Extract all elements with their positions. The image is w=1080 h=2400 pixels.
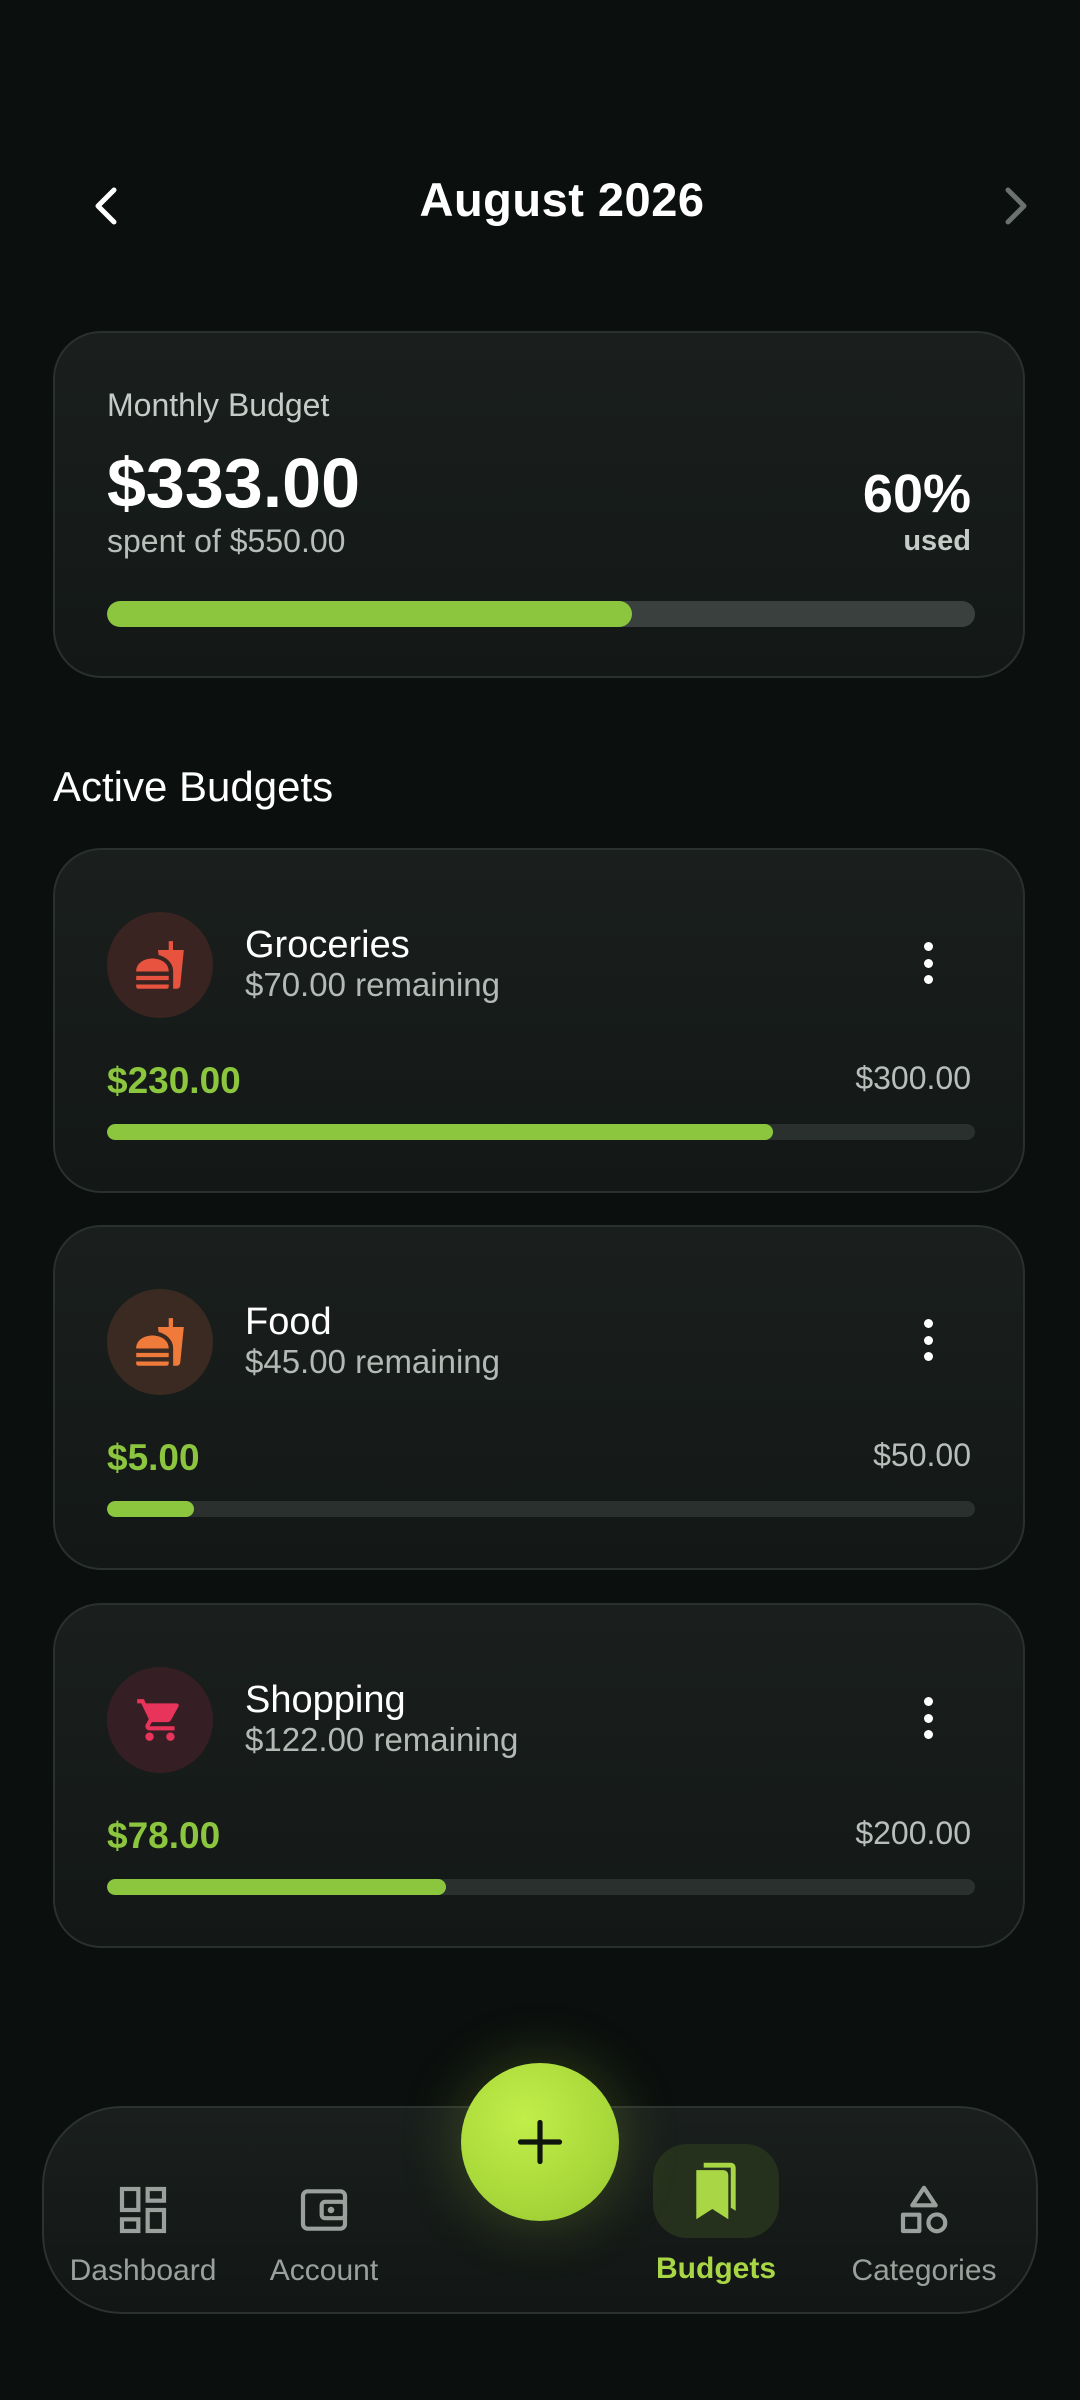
categories-icon <box>900 2185 948 2234</box>
budget-limit: $50.00 <box>873 1437 971 1473</box>
budget-progress-fill <box>107 1124 773 1140</box>
budget-spent: $5.00 <box>107 1437 200 1478</box>
nav-budgets[interactable]: Budgets <box>646 2108 786 2316</box>
nav-label: Account <box>269 2254 379 2287</box>
nav-label: Budgets <box>656 2252 776 2285</box>
wallet-icon <box>300 2189 348 2231</box>
budgets-icon <box>696 2162 736 2220</box>
monthly-budget-total: spent of $550.00 <box>107 523 346 559</box>
fastfood-icon <box>136 941 184 989</box>
budget-remaining: $70.00 remaining <box>245 966 501 1003</box>
budget-limit: $200.00 <box>855 1815 971 1851</box>
budget-icon-badge <box>107 1667 213 1773</box>
budget-progress-bar <box>107 1879 975 1895</box>
more-options-button[interactable] <box>913 1315 943 1365</box>
dashboard-icon <box>119 2186 167 2234</box>
add-button[interactable] <box>461 2063 619 2221</box>
budget-card-food[interactable]: Food $45.00 remaining $5.00 $50.00 <box>53 1225 1025 1570</box>
budget-icon-badge <box>107 912 213 1018</box>
shopping-cart-icon <box>137 1699 179 1741</box>
chevron-right-icon <box>1005 187 1027 225</box>
plus-icon <box>517 2119 563 2165</box>
budget-card-shopping[interactable]: Shopping $122.00 remaining $78.00 $200.0… <box>53 1603 1025 1948</box>
monthly-used-label: used <box>903 525 971 557</box>
active-budgets-heading: Active Budgets <box>53 763 334 810</box>
nav-label: Dashboard <box>69 2254 217 2287</box>
more-options-button[interactable] <box>913 1693 943 1743</box>
budget-icon-badge <box>107 1289 213 1395</box>
budget-spent: $78.00 <box>107 1815 221 1856</box>
budget-card-groceries[interactable]: Groceries $70.00 remaining $230.00 $300.… <box>53 848 1025 1193</box>
budget-progress-fill <box>107 1501 194 1517</box>
monthly-progress-fill <box>107 601 633 627</box>
monthly-progress-bar <box>107 601 975 627</box>
nav-account[interactable]: Account <box>254 2108 394 2316</box>
nav-label: Categories <box>851 2254 997 2287</box>
monthly-budget-card: Monthly Budget $333.00 spent of $550.00 … <box>53 331 1025 678</box>
budget-name: Groceries <box>245 924 410 966</box>
more-options-button[interactable] <box>913 938 943 988</box>
monthly-used-percent: 60% <box>862 464 971 524</box>
fastfood-icon <box>136 1318 184 1366</box>
budget-name: Shopping <box>245 1679 406 1721</box>
budget-spent: $230.00 <box>107 1060 241 1101</box>
budget-limit: $300.00 <box>855 1060 971 1096</box>
budget-progress-bar <box>107 1501 975 1517</box>
budget-name: Food <box>245 1301 332 1343</box>
next-month-button[interactable] <box>980 170 1052 242</box>
budget-progress-fill <box>107 1879 446 1895</box>
budget-progress-bar <box>107 1124 975 1140</box>
month-title: August 2026 <box>419 173 705 226</box>
nav-dashboard[interactable]: Dashboard <box>54 2108 232 2316</box>
monthly-budget-label: Monthly Budget <box>107 387 330 423</box>
budget-remaining: $122.00 remaining <box>245 1721 519 1758</box>
budget-remaining: $45.00 remaining <box>245 1343 501 1380</box>
nav-categories[interactable]: Categories <box>834 2108 1014 2316</box>
monthly-spent-amount: $333.00 <box>107 444 361 522</box>
